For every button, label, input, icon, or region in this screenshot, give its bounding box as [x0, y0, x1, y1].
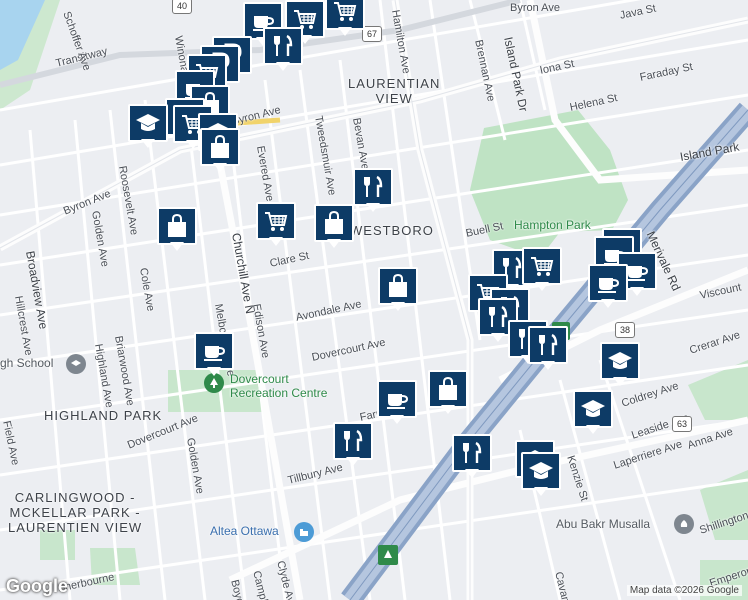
- hotel-pin-icon: [294, 522, 314, 542]
- school-icon: [573, 390, 613, 428]
- restaurant-icon: [353, 168, 393, 206]
- cafe-icon: [588, 264, 628, 302]
- restaurant-marker[interactable]: [452, 434, 492, 480]
- restaurant-icon: [333, 422, 373, 460]
- shop-icon: [200, 128, 240, 166]
- hampton-park-label: Hampton Park: [514, 218, 591, 232]
- grocery-icon: [325, 0, 365, 30]
- restaurant-marker[interactable]: [333, 422, 373, 468]
- altea-ottawa-label: Altea Ottawa: [210, 524, 279, 538]
- shop-icon: [157, 207, 197, 245]
- restaurant-icon: [263, 27, 303, 65]
- school-marker[interactable]: [573, 390, 613, 436]
- grocery-marker[interactable]: [325, 0, 365, 38]
- carlingwood-label: CARLINGWOOD - MCKELLAR PARK - LAURENTIEN…: [8, 490, 143, 535]
- green-marker-icon: [378, 545, 398, 565]
- cafe-marker[interactable]: [377, 380, 417, 426]
- restaurant-marker[interactable]: [353, 168, 393, 214]
- high-school-label: gh School: [0, 356, 54, 370]
- cafe-marker[interactable]: [194, 332, 234, 378]
- shop-marker[interactable]: [428, 370, 468, 416]
- school-icon: [128, 104, 168, 142]
- school-icon: [600, 342, 640, 380]
- grocery-marker[interactable]: [522, 247, 562, 293]
- school-icon: [521, 452, 561, 490]
- grocery-icon: [256, 202, 296, 240]
- shop-icon: [314, 204, 354, 242]
- mosque-pin-icon: [674, 514, 694, 534]
- grocery-icon: [522, 247, 562, 285]
- shop-icon: [428, 370, 468, 408]
- laurentian-view-label: LAURENTIAN VIEW: [348, 76, 441, 106]
- cafe-icon: [377, 380, 417, 418]
- restaurant-marker[interactable]: [263, 27, 303, 73]
- school-marker[interactable]: [521, 452, 561, 498]
- dovercourt-rec-label: Dovercourt Recreation Centre: [230, 372, 328, 400]
- route-38-shield: 38: [615, 322, 635, 338]
- route-63-shield: 63: [672, 416, 692, 432]
- street-byron-east: Byron Ave: [510, 2, 560, 14]
- highland-park-label: HIGHLAND PARK: [44, 408, 163, 423]
- map-canvas[interactable]: LAURENTIAN VIEW WESTBORO HIGHLAND PARK C…: [0, 0, 748, 600]
- cafe-marker[interactable]: [588, 264, 628, 310]
- cafe-icon: [194, 332, 234, 370]
- shop-marker[interactable]: [200, 128, 240, 174]
- restaurant-marker[interactable]: [528, 326, 568, 372]
- westboro-label: WESTBORO: [350, 223, 434, 238]
- school-marker[interactable]: [128, 104, 168, 150]
- restaurant-icon: [452, 434, 492, 472]
- shop-marker[interactable]: [378, 267, 418, 313]
- route-40-shield: 40: [172, 0, 192, 14]
- map-attribution[interactable]: Map data ©2026 Google: [626, 585, 742, 596]
- grocery-marker[interactable]: [256, 202, 296, 248]
- restaurant-icon: [528, 326, 568, 364]
- shop-marker[interactable]: [314, 204, 354, 250]
- route-67-shield: 67: [362, 26, 382, 42]
- shop-icon: [378, 267, 418, 305]
- google-logo: Google: [6, 576, 68, 596]
- school-pin-icon: [66, 354, 86, 374]
- shop-marker[interactable]: [157, 207, 197, 253]
- school-marker[interactable]: [600, 342, 640, 388]
- abu-bakr-label: Abu Bakr Musalla: [556, 517, 651, 531]
